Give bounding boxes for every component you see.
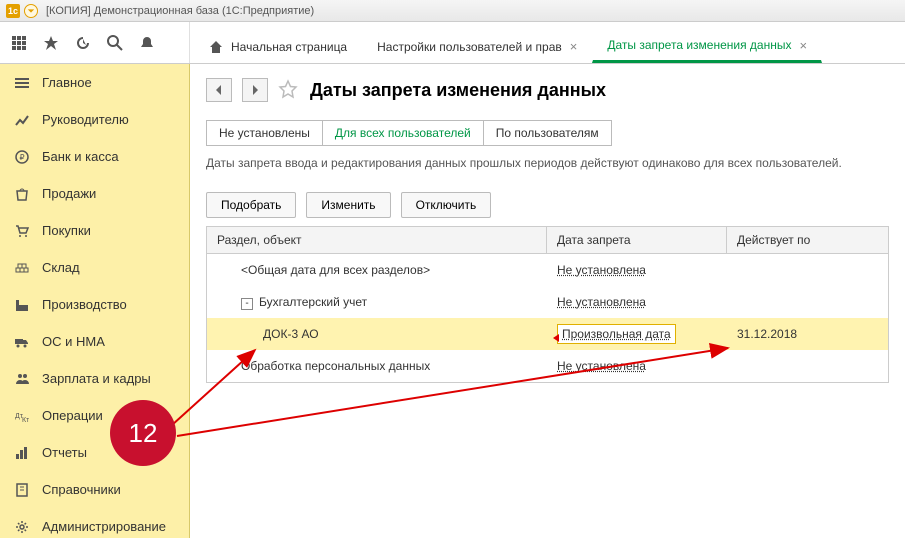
grid-header-section[interactable]: Раздел, объект bbox=[207, 227, 547, 253]
table-row[interactable]: -Бухгалтерский учетНе установлена bbox=[207, 286, 888, 318]
callout-circle: 12 bbox=[110, 400, 176, 466]
sidebar-item-0[interactable]: Главное bbox=[0, 64, 189, 101]
tab-0[interactable]: Начальная страница bbox=[194, 29, 362, 63]
sidebar-item-5[interactable]: Склад bbox=[0, 249, 189, 286]
app-logo-icon: 1c bbox=[6, 4, 20, 18]
apps-icon[interactable] bbox=[10, 34, 28, 52]
callout-number: 12 bbox=[129, 418, 158, 449]
bag-icon bbox=[14, 186, 30, 202]
pick-button[interactable]: Подобрать bbox=[206, 192, 296, 218]
toolbar-left bbox=[0, 22, 190, 63]
sidebar-item-label: Руководителю bbox=[42, 112, 129, 127]
sidebar-item-4[interactable]: Покупки bbox=[0, 212, 189, 249]
cell-effective: 31.12.2018 bbox=[727, 327, 888, 341]
tab-close-icon[interactable]: × bbox=[570, 39, 578, 54]
tab-1[interactable]: Настройки пользователей и прав × bbox=[362, 29, 592, 63]
info-text: Даты запрета ввода и редактирования данн… bbox=[206, 156, 889, 170]
sidebar-item-label: ОС и НМА bbox=[42, 334, 105, 349]
tab-label: Даты запрета изменения данных bbox=[607, 38, 791, 52]
tree-toggle-icon[interactable]: - bbox=[241, 298, 253, 310]
grid-header: Раздел, объект Дата запрета Действует по bbox=[207, 227, 888, 254]
sidebar-item-label: Главное bbox=[42, 75, 92, 90]
bell-icon[interactable] bbox=[138, 34, 156, 52]
grid-body: <Общая дата для всех разделов>Не установ… bbox=[207, 254, 888, 382]
sidebar-item-label: Администрирование bbox=[42, 519, 166, 534]
content-area: Даты запрета изменения данных Не установ… bbox=[190, 64, 905, 538]
cell-date[interactable]: Не установлена bbox=[547, 263, 727, 277]
report-icon bbox=[14, 445, 30, 461]
cell-date[interactable]: Произвольная дата bbox=[547, 327, 727, 341]
nav-back-button[interactable] bbox=[206, 78, 232, 102]
tab-close-icon[interactable]: × bbox=[799, 38, 807, 53]
page-header-row: Даты запрета изменения данных bbox=[206, 78, 889, 102]
cell-section: ДОК-3 АО bbox=[207, 327, 547, 341]
cart-icon bbox=[14, 223, 30, 239]
sidebar-item-6[interactable]: Производство bbox=[0, 286, 189, 323]
titlebar-dropdown-icon[interactable] bbox=[24, 4, 38, 18]
sidebar-item-label: Продажи bbox=[42, 186, 96, 201]
sidebar-item-1[interactable]: Руководителю bbox=[0, 101, 189, 138]
filter-tab-1[interactable]: Для всех пользователей bbox=[323, 121, 484, 145]
sidebar: Главное Руководителю ₽ Банк и касса Продажи П… bbox=[0, 64, 190, 538]
favorite-star-icon[interactable] bbox=[278, 79, 300, 101]
nav-forward-button[interactable] bbox=[242, 78, 268, 102]
table-row[interactable]: Обработка персональных данныхНе установл… bbox=[207, 350, 888, 382]
sidebar-item-3[interactable]: Продажи bbox=[0, 175, 189, 212]
sidebar-item-label: Зарплата и кадры bbox=[42, 371, 151, 386]
sidebar-item-label: Операции bbox=[42, 408, 103, 423]
menu-icon bbox=[14, 75, 30, 91]
window-title: [КОПИЯ] Демонстрационная база (1С:Предпр… bbox=[46, 5, 314, 17]
factory-icon bbox=[14, 297, 30, 313]
sidebar-item-11[interactable]: Справочники bbox=[0, 471, 189, 508]
sidebar-item-label: Склад bbox=[42, 260, 80, 275]
sidebar-item-12[interactable]: Администрирование bbox=[0, 508, 189, 545]
table-row[interactable]: ДОК-3 АОПроизвольная дата31.12.2018 bbox=[207, 318, 888, 350]
history-icon[interactable] bbox=[74, 34, 92, 52]
grid-header-date[interactable]: Дата запрета bbox=[547, 227, 727, 253]
sidebar-item-label: Покупки bbox=[42, 223, 91, 238]
sidebar-item-8[interactable]: Зарплата и кадры bbox=[0, 360, 189, 397]
button-row: Подобрать Изменить Отключить bbox=[206, 192, 889, 218]
main-area: Главное Руководителю ₽ Банк и касса Продажи П… bbox=[0, 64, 905, 538]
tab-label: Начальная страница bbox=[231, 40, 347, 54]
cell-date[interactable]: Не установлена bbox=[547, 359, 727, 373]
chart-icon bbox=[14, 112, 30, 128]
people-icon bbox=[14, 371, 30, 387]
edit-button[interactable]: Изменить bbox=[306, 192, 390, 218]
main-toolbar: Начальная страница Настройки пользователе… bbox=[0, 22, 905, 64]
grid-header-effective[interactable]: Действует по bbox=[727, 227, 888, 253]
operations-icon: ДтКт bbox=[14, 408, 30, 424]
svg-text:₽: ₽ bbox=[19, 153, 24, 162]
sidebar-item-label: Банк и касса bbox=[42, 149, 119, 164]
sidebar-item-7[interactable]: ОС и НМА bbox=[0, 323, 189, 360]
tab-label: Настройки пользователей и прав bbox=[377, 40, 562, 54]
ruble-icon: ₽ bbox=[14, 149, 30, 165]
tab-2[interactable]: Даты запрета изменения данных × bbox=[592, 29, 822, 63]
cell-section: Обработка персональных данных bbox=[207, 359, 547, 373]
window-titlebar: 1c [КОПИЯ] Демонстрационная база (1С:Пре… bbox=[0, 0, 905, 22]
page-title: Даты запрета изменения данных bbox=[310, 80, 606, 101]
star-icon[interactable] bbox=[42, 34, 60, 52]
off-button[interactable]: Отключить bbox=[401, 192, 492, 218]
cell-date[interactable]: Не установлена bbox=[547, 295, 727, 309]
search-icon[interactable] bbox=[106, 34, 124, 52]
sidebar-item-label: Отчеты bbox=[42, 445, 87, 460]
truck-icon bbox=[14, 334, 30, 350]
sidebar-item-2[interactable]: ₽ Банк и касса bbox=[0, 138, 189, 175]
sidebar-item-label: Производство bbox=[42, 297, 127, 312]
table-row[interactable]: <Общая дата для всех разделов>Не установ… bbox=[207, 254, 888, 286]
svg-text:Кт: Кт bbox=[22, 417, 29, 423]
filter-tab-2[interactable]: По пользователям bbox=[484, 121, 611, 145]
warehouse-icon bbox=[14, 260, 30, 276]
home-icon bbox=[209, 40, 223, 54]
cell-section: <Общая дата для всех разделов> bbox=[207, 263, 547, 277]
sidebar-item-label: Справочники bbox=[42, 482, 121, 497]
cell-section: -Бухгалтерский учет bbox=[207, 295, 547, 310]
data-grid: Раздел, объект Дата запрета Действует по… bbox=[206, 226, 889, 383]
tab-bar: Начальная страница Настройки пользователе… bbox=[190, 22, 905, 63]
filter-tab-0[interactable]: Не установлены bbox=[207, 121, 323, 145]
filter-tabs: Не установленыДля всех пользователейПо п… bbox=[206, 120, 612, 146]
gear-icon bbox=[14, 519, 30, 535]
book-icon bbox=[14, 482, 30, 498]
